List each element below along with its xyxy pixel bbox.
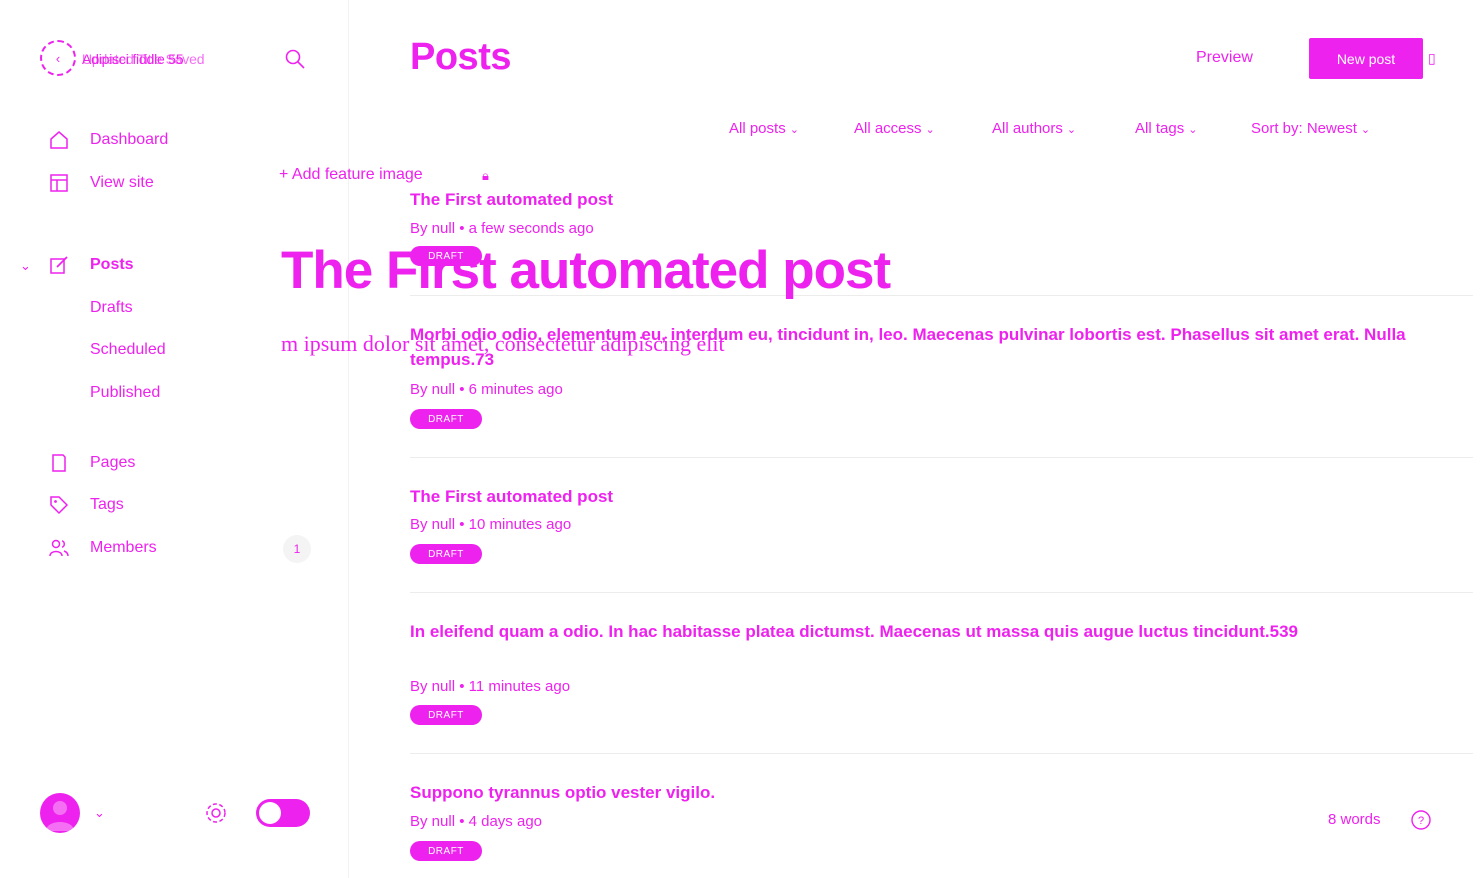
- members-count-badge: 1: [283, 535, 311, 563]
- sort-order[interactable]: Sort by: Newest ⌄: [1251, 120, 1370, 137]
- toggle-knob: [259, 802, 281, 824]
- divider: [410, 592, 1473, 593]
- browser-icon: [46, 172, 72, 194]
- filter-access[interactable]: All access ⌄: [854, 120, 935, 137]
- nav-posts-label: Posts: [90, 256, 134, 273]
- filter-authors-label: All authors: [992, 120, 1063, 137]
- home-icon: [46, 129, 72, 151]
- chevron-down-icon: ⌄: [925, 124, 935, 136]
- editor-post-title[interactable]: The First automated post: [281, 240, 891, 301]
- post-meta: By null • 6 minutes ago: [410, 381, 563, 398]
- gear-icon[interactable]: [203, 800, 229, 831]
- chevron-down-icon: ⌄: [1188, 124, 1198, 136]
- site-header: ‹ Adipisci fiddle 55 Updated Title Saved: [40, 40, 330, 80]
- word-count: 8 words: [1328, 811, 1381, 828]
- filter-authors[interactable]: All authors ⌄: [992, 120, 1076, 137]
- post-meta: By null • 4 days ago: [410, 813, 542, 830]
- post-meta: By null • 11 minutes ago: [410, 678, 571, 695]
- page-title: Posts: [410, 36, 511, 78]
- chevron-down-icon: ⌄: [1066, 124, 1077, 136]
- nav-dashboard[interactable]: Dashboard: [46, 127, 168, 153]
- filter-type[interactable]: All posts ⌄: [729, 120, 799, 137]
- chevron-down-icon: ⌄: [789, 124, 799, 136]
- chevron-left-icon: ‹: [55, 50, 61, 66]
- search-icon[interactable]: [284, 48, 306, 75]
- nav-pages[interactable]: Pages: [46, 450, 135, 476]
- lock-icon: 🔒︎: [482, 168, 489, 183]
- back-button[interactable]: ‹: [40, 40, 76, 76]
- nav-scheduled[interactable]: Scheduled: [90, 341, 166, 359]
- divider: [410, 457, 1473, 458]
- filter-type-label: All posts: [729, 120, 786, 137]
- post-title[interactable]: The First automated post: [410, 484, 1440, 509]
- dark-mode-toggle[interactable]: [256, 799, 310, 827]
- post-title[interactable]: Suppono tyrannus optio vester vigilo.: [410, 780, 1440, 805]
- filter-access-label: All access: [854, 120, 922, 137]
- nav-tags-label: Tags: [90, 496, 124, 513]
- chevron-down-icon[interactable]: ⌄: [20, 258, 31, 274]
- svg-text:?: ?: [1418, 815, 1424, 827]
- nav-view-site[interactable]: View site: [46, 170, 154, 196]
- status-badge: DRAFT: [410, 409, 482, 429]
- filter-tags-label: All tags: [1135, 120, 1185, 137]
- nav-dashboard-label: Dashboard: [90, 131, 169, 148]
- nav-tags[interactable]: Tags: [46, 492, 124, 518]
- nav-posts[interactable]: Posts: [46, 252, 134, 278]
- sort-order-label: Sort by: Newest: [1251, 120, 1357, 137]
- nav-pages-label: Pages: [90, 454, 136, 471]
- chevron-down-icon[interactable]: ⌄: [94, 805, 105, 821]
- preview-button[interactable]: Preview: [1196, 49, 1253, 67]
- nav-published[interactable]: Published: [90, 384, 160, 402]
- divider: [410, 753, 1473, 754]
- avatar[interactable]: [40, 793, 80, 833]
- nav-members[interactable]: Members: [46, 535, 157, 561]
- status-badge: DRAFT: [410, 841, 482, 861]
- chevron-down-icon: ⌄: [1360, 124, 1371, 136]
- sidebar: ‹ Adipisci fiddle 55 Updated Title Saved…: [0, 0, 349, 878]
- nav-view-site-label: View site: [90, 174, 154, 191]
- nav-drafts[interactable]: Drafts: [90, 299, 133, 317]
- post-title[interactable]: The First automated post: [410, 187, 1440, 212]
- post-meta: By null • 10 minutes ago: [410, 516, 572, 533]
- post-title[interactable]: In eleifend quam a odio. In hac habitass…: [410, 619, 1440, 644]
- post-meta: By null • a few seconds ago: [410, 220, 594, 237]
- site-title[interactable]: Adipisci fiddle 55 Updated Title Saved: [82, 51, 272, 67]
- members-icon: [46, 537, 72, 559]
- editor-body-text[interactable]: m ipsum dolor sit amet, consectetur adip…: [281, 331, 725, 357]
- save-status-overlay: Updated Title Saved: [82, 51, 205, 67]
- sidebar-toggle-icon[interactable]: ▯: [1428, 50, 1436, 67]
- edit-icon: [46, 254, 72, 276]
- nav-members-label: Members: [90, 539, 157, 556]
- tag-icon: [46, 494, 72, 516]
- user-icon: [46, 801, 74, 831]
- new-post-button[interactable]: New post: [1309, 38, 1423, 79]
- page-icon: [46, 452, 72, 474]
- filter-tags[interactable]: All tags ⌄: [1135, 120, 1197, 137]
- status-badge: DRAFT: [410, 544, 482, 564]
- status-badge: DRAFT: [410, 705, 482, 725]
- add-feature-image-button[interactable]: + Add feature image: [279, 166, 423, 184]
- help-icon[interactable]: ?: [1410, 809, 1432, 836]
